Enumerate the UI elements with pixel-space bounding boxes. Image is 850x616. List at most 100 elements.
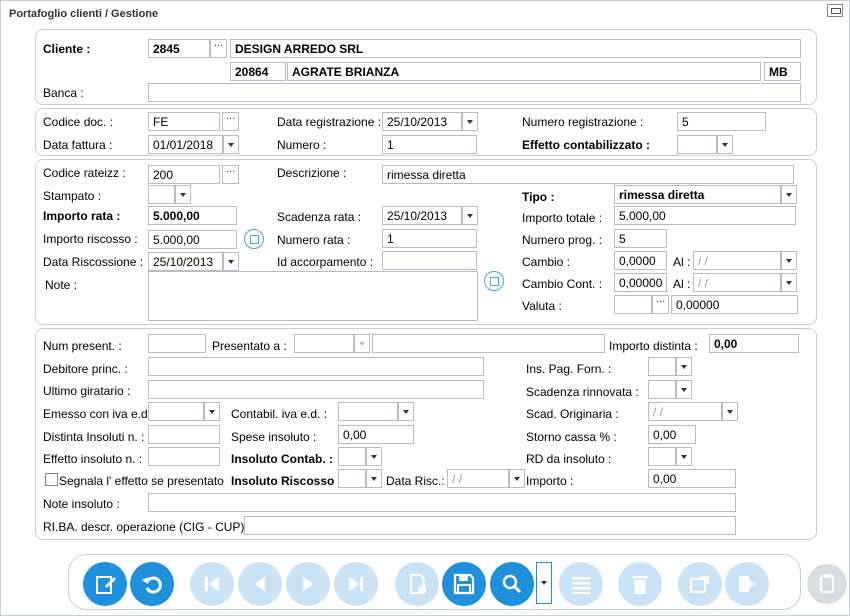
next-button[interactable] (286, 562, 330, 606)
data-fattura-dropdown[interactable] (223, 135, 239, 154)
presentato-a-code-field[interactable] (294, 334, 354, 353)
list-button[interactable] (559, 562, 603, 606)
clipboard-icon (820, 574, 834, 593)
stampato-field[interactable] (148, 185, 175, 204)
rd-insoluto-field[interactable] (648, 447, 676, 466)
id-accorpamento-field[interactable] (382, 251, 477, 270)
ins-pag-dropdown[interactable] (676, 357, 692, 376)
maximize-button[interactable] (827, 4, 843, 17)
province-field[interactable]: MB (764, 62, 801, 81)
scadenza-rinnovata-dropdown[interactable] (676, 380, 692, 399)
cambio-cont-label: Cambio Cont. : (522, 277, 603, 291)
scad-originaria-field[interactable]: / / (648, 402, 722, 421)
data-registrazione-dropdown[interactable] (462, 112, 478, 131)
exit-button[interactable] (725, 562, 769, 606)
valuta-lookup-button[interactable]: ··· (652, 295, 669, 314)
cliente-code-field[interactable]: 2845 (148, 39, 210, 58)
numero-registrazione-field[interactable]: 5 (677, 112, 766, 131)
importo-totale-field[interactable]: 5.000,00 (614, 206, 796, 225)
cliente-label: Cliente : (43, 42, 91, 56)
edit-button[interactable] (83, 562, 127, 606)
insoluto-contab-dropdown[interactable] (366, 447, 382, 466)
numero-prog-field[interactable]: 5 (614, 229, 667, 248)
riba-field[interactable] (244, 516, 736, 535)
importo-field[interactable]: 0,00 (648, 469, 736, 488)
cambio-al-field[interactable]: / / (693, 251, 781, 270)
tipo-dropdown[interactable] (781, 185, 797, 204)
importo-rata-field[interactable]: 5.000,00 (148, 206, 237, 225)
export-button[interactable] (678, 562, 722, 606)
codice-rateizz-field[interactable]: 200 (148, 165, 220, 184)
cambio-cont-al-dropdown[interactable] (781, 273, 797, 292)
effetto-insoluto-field[interactable] (148, 447, 220, 466)
cambio-cont-al-field[interactable]: / / (693, 273, 781, 292)
presentato-a-dropdown[interactable] (354, 334, 370, 353)
valuta-code-field[interactable] (614, 295, 652, 314)
prev-button[interactable] (238, 562, 282, 606)
data-risc-field[interactable]: / / (447, 469, 509, 488)
descrizione-field[interactable]: rimessa diretta (382, 165, 794, 184)
cliente-name-field[interactable]: DESIGN ARREDO SRL (230, 39, 801, 58)
numero-field[interactable]: 1 (382, 135, 477, 154)
emesso-iva-dropdown[interactable] (204, 402, 220, 421)
data-fattura-field[interactable]: 01/01/2018 (148, 135, 223, 154)
contabil-iva-dropdown[interactable] (398, 402, 414, 421)
calculator-icon[interactable] (244, 229, 264, 249)
search-options-dropdown[interactable] (536, 562, 552, 604)
insoluto-riscosso-field[interactable] (338, 469, 366, 488)
data-registrazione-field[interactable]: 25/10/2013 (382, 112, 462, 131)
distinta-insoluti-field[interactable] (148, 425, 220, 444)
cliente-lookup-button[interactable]: ··· (210, 39, 227, 58)
last-button[interactable] (334, 562, 378, 606)
valuta-label: Valuta : (522, 299, 562, 313)
storno-cassa-field[interactable]: 0,00 (648, 425, 696, 444)
cambio-cont-field[interactable]: 0,00000 (614, 273, 667, 292)
data-riscossione-field[interactable]: 25/10/2013 (148, 252, 223, 271)
ultimo-giratario-field[interactable] (148, 380, 484, 399)
link-icon[interactable] (484, 271, 504, 291)
delete-button[interactable] (618, 562, 662, 606)
clipboard-button[interactable] (807, 564, 847, 604)
spese-insoluto-field[interactable]: 0,00 (338, 425, 414, 444)
note-field[interactable] (148, 271, 478, 321)
insoluto-contab-field[interactable] (338, 447, 366, 466)
codice-rateizz-lookup-button[interactable]: ··· (222, 165, 239, 184)
stampato-dropdown[interactable] (175, 185, 191, 204)
effetto-contabilizzato-dropdown[interactable] (717, 135, 733, 154)
valuta-field[interactable]: 0,00000 (671, 295, 798, 314)
data-riscossione-dropdown[interactable] (223, 252, 239, 271)
scadenza-rinnovata-field[interactable] (648, 380, 676, 399)
importo-distinta-field[interactable]: 0,00 (709, 334, 799, 353)
cap-field[interactable]: 20864 (230, 62, 286, 81)
segnala-checkbox[interactable] (45, 473, 58, 486)
copy-button[interactable] (395, 562, 439, 606)
scadenza-rata-dropdown[interactable] (462, 206, 478, 225)
numero-rata-field[interactable]: 1 (382, 229, 477, 248)
presentato-a-field[interactable] (372, 334, 605, 353)
first-button[interactable] (190, 562, 234, 606)
codice-doc-field[interactable]: FE (148, 112, 220, 131)
emesso-iva-field[interactable] (148, 402, 204, 421)
cambio-field[interactable]: 0,0000 (614, 251, 667, 270)
tipo-field[interactable]: rimessa diretta (614, 185, 781, 204)
first-icon (205, 577, 219, 591)
city-field[interactable]: AGRATE BRIANZA (287, 62, 761, 81)
rd-insoluto-dropdown[interactable] (676, 447, 692, 466)
codice-doc-lookup-button[interactable]: ··· (222, 112, 239, 131)
debitore-field[interactable] (148, 357, 484, 376)
save-button[interactable] (442, 562, 486, 606)
contabil-iva-field[interactable] (338, 402, 398, 421)
search-button[interactable] (490, 562, 534, 606)
note-insoluto-field[interactable] (148, 493, 736, 512)
banca-field[interactable] (148, 83, 801, 102)
num-present-field[interactable] (148, 334, 206, 353)
cambio-al-dropdown[interactable] (781, 251, 797, 270)
ins-pag-field[interactable] (648, 357, 676, 376)
scadenza-rata-field[interactable]: 25/10/2013 (382, 206, 462, 225)
scad-originaria-dropdown[interactable] (722, 402, 738, 421)
undo-button[interactable] (130, 562, 174, 606)
importo-riscosso-field[interactable]: 5.000,00 (148, 230, 237, 249)
data-risc-dropdown[interactable] (509, 469, 525, 488)
effetto-contabilizzato-field[interactable] (677, 135, 717, 154)
insoluto-riscosso-dropdown[interactable] (366, 469, 382, 488)
